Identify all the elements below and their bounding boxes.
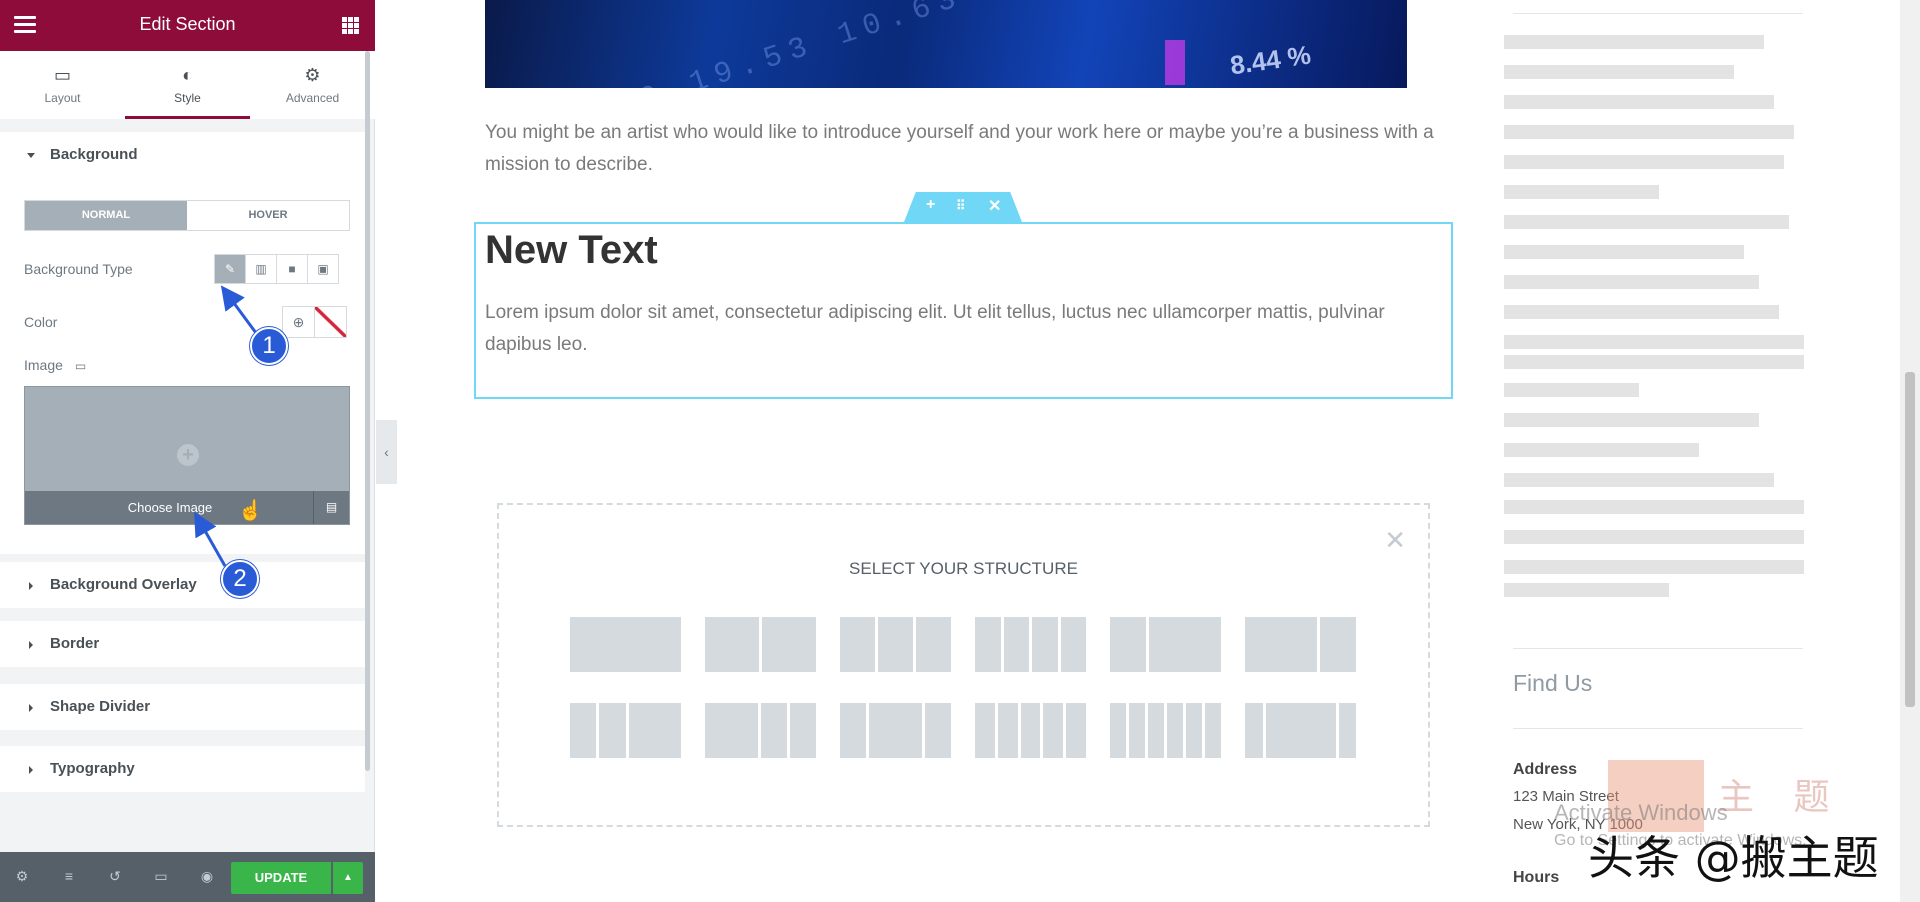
state-hover-button[interactable]: HOVER — [187, 201, 349, 230]
background-controls: NORMAL HOVER Background Type ✎ ▥ ■ ▣ Col… — [0, 169, 365, 554]
gradient-icon[interactable]: ▥ — [245, 254, 277, 284]
intro-paragraph: You might be an artist who would like to… — [485, 122, 1434, 175]
history-icon[interactable]: ↺ — [105, 868, 125, 885]
delete-section-icon[interactable]: ✕ — [988, 196, 1001, 216]
state-normal-button[interactable]: NORMAL — [25, 201, 187, 230]
panel-title: Edit Section — [139, 14, 236, 34]
structure-preset-4col[interactable] — [975, 617, 1086, 672]
step-marker-1: 1 — [250, 327, 288, 365]
hours-label: Hours — [1513, 869, 1560, 886]
close-icon[interactable]: ✕ — [1384, 525, 1406, 556]
desktop-responsive-icon[interactable]: ▭ — [75, 359, 86, 373]
structure-preset-25-25-50[interactable] — [570, 703, 681, 758]
blurred-sidebar-content — [1504, 35, 1806, 605]
lorem-paragraph[interactable]: Lorem ipsum dolor sit amet, consectetur … — [485, 297, 1445, 361]
structure-preset-16-66-16[interactable] — [1245, 703, 1356, 758]
section-border-header[interactable]: Border — [0, 621, 365, 667]
hero-percent: 8.44 % — [1228, 39, 1313, 81]
collapse-panel-button[interactable]: ‹ — [376, 420, 397, 484]
update-options-caret-icon[interactable]: ▲ — [333, 862, 363, 894]
structure-preset-5col[interactable] — [975, 703, 1086, 758]
toutiao-watermark: 头条 @搬主题 — [1588, 831, 1879, 885]
panel-header: Edit Section — [0, 0, 375, 51]
section-shape-divider: Shape Divider — [0, 684, 365, 730]
structure-preset-33-66[interactable] — [1110, 617, 1221, 672]
step-marker-2: 2 — [221, 560, 259, 598]
sidebar-divider-address — [1513, 728, 1803, 729]
structure-heading: SELECT YOUR STRUCTURE — [849, 559, 1078, 578]
panel-tabs: ▭ Layout ◐ Style ⚙ Advanced — [0, 51, 375, 119]
color-controls: ⊕ — [282, 306, 347, 338]
section-handle-toolbar: + ⠿ ✕ — [904, 192, 1022, 222]
tab-style[interactable]: ◐ Style — [125, 51, 250, 119]
hero-image: 16.80 19.53 10.63 20579 117 8.44 % — [485, 0, 1407, 88]
responsive-mode-icon[interactable]: ▭ — [151, 868, 171, 885]
hero-figure — [1165, 40, 1185, 85]
section-shape-divider-header[interactable]: Shape Divider — [0, 684, 365, 730]
structure-preset-2col[interactable] — [705, 617, 816, 672]
tab-advanced[interactable]: ⚙ Advanced — [250, 51, 375, 119]
widgets-grid-icon[interactable] — [342, 17, 359, 34]
hero-numbers: 16.80 19.53 10.63 20579 117 — [537, 0, 1215, 88]
section-typography-header[interactable]: Typography — [0, 746, 365, 792]
image-label: Image ▭ — [24, 357, 86, 373]
gear-icon: ⚙ — [304, 65, 321, 85]
background-type-label: Background Type — [24, 261, 133, 277]
sidebar-divider-top — [1513, 13, 1803, 14]
tab-layout-label: Layout — [44, 91, 81, 105]
structure-preset-66-33[interactable] — [1245, 617, 1356, 672]
add-image-icon[interactable]: + — [177, 444, 199, 466]
section-typography: Typography — [0, 746, 365, 792]
address-label: Address — [1513, 761, 1578, 778]
update-button[interactable]: UPDATE — [231, 862, 331, 894]
page-scrollbar-thumb[interactable] — [1905, 372, 1915, 707]
slideshow-icon[interactable]: ▣ — [307, 254, 339, 284]
background-type-choices: ✎ ▥ ■ ▣ — [214, 254, 339, 284]
classic-brush-icon[interactable]: ✎ — [214, 254, 246, 284]
page-scrollbar[interactable] — [1900, 0, 1920, 902]
structure-preset-3col[interactable] — [840, 617, 951, 672]
global-color-icon[interactable]: ⊕ — [282, 306, 315, 338]
panel-scrollbar[interactable] — [365, 51, 371, 771]
image-chooser[interactable]: + Choose Image ▤ — [24, 386, 350, 525]
tab-style-label: Style — [174, 91, 201, 105]
tab-layout[interactable]: ▭ Layout — [0, 51, 125, 119]
tab-advanced-label: Advanced — [285, 91, 340, 105]
panel-footer: ⚙ ≡ ↺ ▭ ◉ UPDATE ▲ — [0, 852, 375, 902]
contrast-icon: ◐ — [182, 65, 193, 85]
structure-preset-6col[interactable] — [1110, 703, 1221, 758]
structure-preset-50-25-25[interactable] — [705, 703, 816, 758]
settings-icon[interactable]: ⚙ — [12, 868, 32, 885]
choose-image-button[interactable]: Choose Image — [25, 491, 315, 524]
preview-eye-icon[interactable]: ◉ — [197, 868, 217, 885]
structure-preset-25-50-25[interactable] — [840, 703, 951, 758]
sidebar-divider-findus — [1513, 648, 1803, 649]
find-us-heading: Find Us — [1513, 670, 1593, 696]
video-icon[interactable]: ■ — [276, 254, 308, 284]
hand-cursor-icon: ☝ — [238, 500, 263, 522]
stamp-text: 主 题 — [1718, 777, 1844, 818]
structure-picker: ✕ SELECT YOUR STRUCTURE — [497, 503, 1430, 827]
section-background-overlay-header[interactable]: Background Overlay — [0, 562, 365, 608]
media-library-icon[interactable]: ▤ — [313, 491, 349, 524]
section-border: Border — [0, 621, 365, 667]
state-toggle: NORMAL HOVER — [24, 200, 350, 231]
layout-icon: ▭ — [53, 65, 71, 85]
color-swatch[interactable] — [314, 306, 347, 338]
drag-handle-icon[interactable]: ⠿ — [956, 198, 966, 214]
navigator-layers-icon[interactable]: ≡ — [59, 868, 79, 884]
new-text-heading[interactable]: New Text — [485, 228, 658, 273]
color-label: Color — [24, 314, 58, 330]
editor-panel: Edit Section ▭ Layout ◐ Style ⚙ Advanced… — [0, 0, 375, 902]
add-section-icon[interactable]: + — [926, 196, 935, 214]
image-label-text: Image — [24, 357, 63, 373]
section-background-overlay: Background Overlay — [0, 562, 365, 608]
structure-preset-1col[interactable] — [570, 617, 681, 672]
